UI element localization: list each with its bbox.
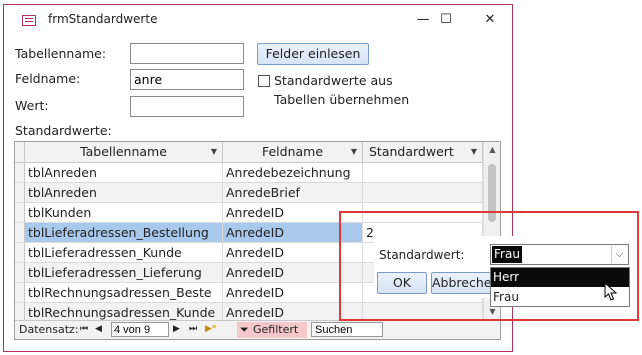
form-icon (22, 15, 36, 26)
scroll-thumb[interactable] (488, 164, 496, 222)
row-selector[interactable] (15, 163, 25, 183)
filter-toggle[interactable]: ⏷ Gefiltert (237, 322, 307, 338)
record-navigation-bar: Datensatz: ⏮ ◀ ▶ ⏭ ▶* ⏷ Gefiltert (15, 320, 500, 339)
header-feldname[interactable]: Feldname ▼ (223, 142, 363, 163)
previous-record-icon[interactable]: ◀ (95, 324, 102, 334)
cell-feldname[interactable]: AnredeID (223, 283, 363, 303)
cell-feldname[interactable]: AnredeID (223, 263, 363, 283)
sort-arrow-icon[interactable]: ▼ (471, 142, 477, 162)
cell-standardwert[interactable] (363, 203, 483, 223)
minimize-button[interactable]: — (413, 11, 433, 29)
row-selector[interactable] (15, 183, 25, 203)
title-bar: frmStandardwerte — ☐ ✕ (4, 5, 512, 35)
sort-arrow-icon[interactable]: ▼ (351, 142, 357, 162)
new-record-icon[interactable]: ▶* (205, 324, 216, 334)
chevron-down-icon[interactable]: ⌵ (611, 246, 627, 263)
cancel-button[interactable]: Abbrechen (431, 272, 491, 294)
select-all-corner[interactable] (15, 142, 25, 163)
standardwert-combobox[interactable]: Frau ⌵ (490, 244, 629, 265)
row-selector[interactable] (15, 283, 25, 303)
row-selector[interactable] (15, 263, 25, 283)
cell-standardwert[interactable] (363, 183, 483, 203)
cell-feldname[interactable]: AnredeID (223, 223, 363, 243)
cell-tabellenname[interactable]: tblAnreden (25, 183, 223, 203)
felder-einlesen-button[interactable]: Felder einlesen (257, 43, 369, 65)
checkbox-label-line2: Tabellen übernehmen (274, 92, 410, 107)
close-button[interactable]: ✕ (480, 11, 500, 29)
popup-standardwert-label: Standardwert: (379, 248, 465, 262)
standardwerte-checkbox[interactable] (258, 75, 270, 87)
wert-input[interactable] (130, 96, 244, 117)
header-tabellenname[interactable]: Tabellenname ▼ (25, 142, 223, 163)
cell-standardwert[interactable] (363, 163, 483, 183)
header-standardwert[interactable]: Standardwert ▼ (363, 142, 483, 163)
cell-tabellenname[interactable]: tblLieferadressen_Lieferung (25, 263, 223, 283)
funnel-icon: ⏷ (240, 323, 249, 336)
scroll-up-icon[interactable]: ▲ (484, 142, 500, 158)
mouse-cursor-icon (604, 282, 618, 301)
row-selector[interactable] (15, 223, 25, 243)
maximize-button[interactable]: ☐ (436, 11, 456, 29)
search-input[interactable] (311, 322, 383, 337)
tabellenname-label: Tabellenname: (15, 46, 107, 61)
sort-arrow-icon[interactable]: ▼ (211, 142, 217, 162)
row-selector[interactable] (15, 203, 25, 223)
wert-label: Wert: (15, 98, 49, 113)
last-record-icon[interactable]: ⏭ (189, 324, 197, 334)
cell-tabellenname[interactable]: tblRechnungsadressen_Beste (25, 283, 223, 303)
checkbox-label-line1: Standardwerte aus (274, 73, 393, 88)
cell-tabellenname[interactable]: tblKunden (25, 203, 223, 223)
row-selector[interactable] (15, 243, 25, 263)
cell-feldname[interactable]: AnredeID (223, 203, 363, 223)
cell-feldname[interactable]: AnredeBrief (223, 183, 363, 203)
cell-tabellenname[interactable]: tblLieferadressen_Bestellung (25, 223, 223, 243)
tabellenname-input[interactable] (130, 43, 244, 64)
cell-feldname[interactable]: AnredeID (223, 243, 363, 263)
window-title: frmStandardwerte (48, 12, 158, 26)
first-record-icon[interactable]: ⏮ (80, 324, 88, 334)
combobox-value: Frau (492, 246, 522, 263)
record-position-input[interactable] (111, 322, 169, 337)
ok-button[interactable]: OK (377, 272, 427, 294)
feldname-label: Feldname: (15, 71, 81, 86)
standardwerte-label: Standardwerte: (15, 123, 112, 138)
feldname-input[interactable] (130, 69, 244, 90)
cell-tabellenname[interactable]: tblAnreden (25, 163, 223, 183)
datensatz-label: Datensatz: (19, 323, 79, 336)
cell-tabellenname[interactable]: tblLieferadressen_Kunde (25, 243, 223, 263)
next-record-icon[interactable]: ▶ (173, 324, 180, 334)
cell-feldname[interactable]: Anredebezeichnung (223, 163, 363, 183)
